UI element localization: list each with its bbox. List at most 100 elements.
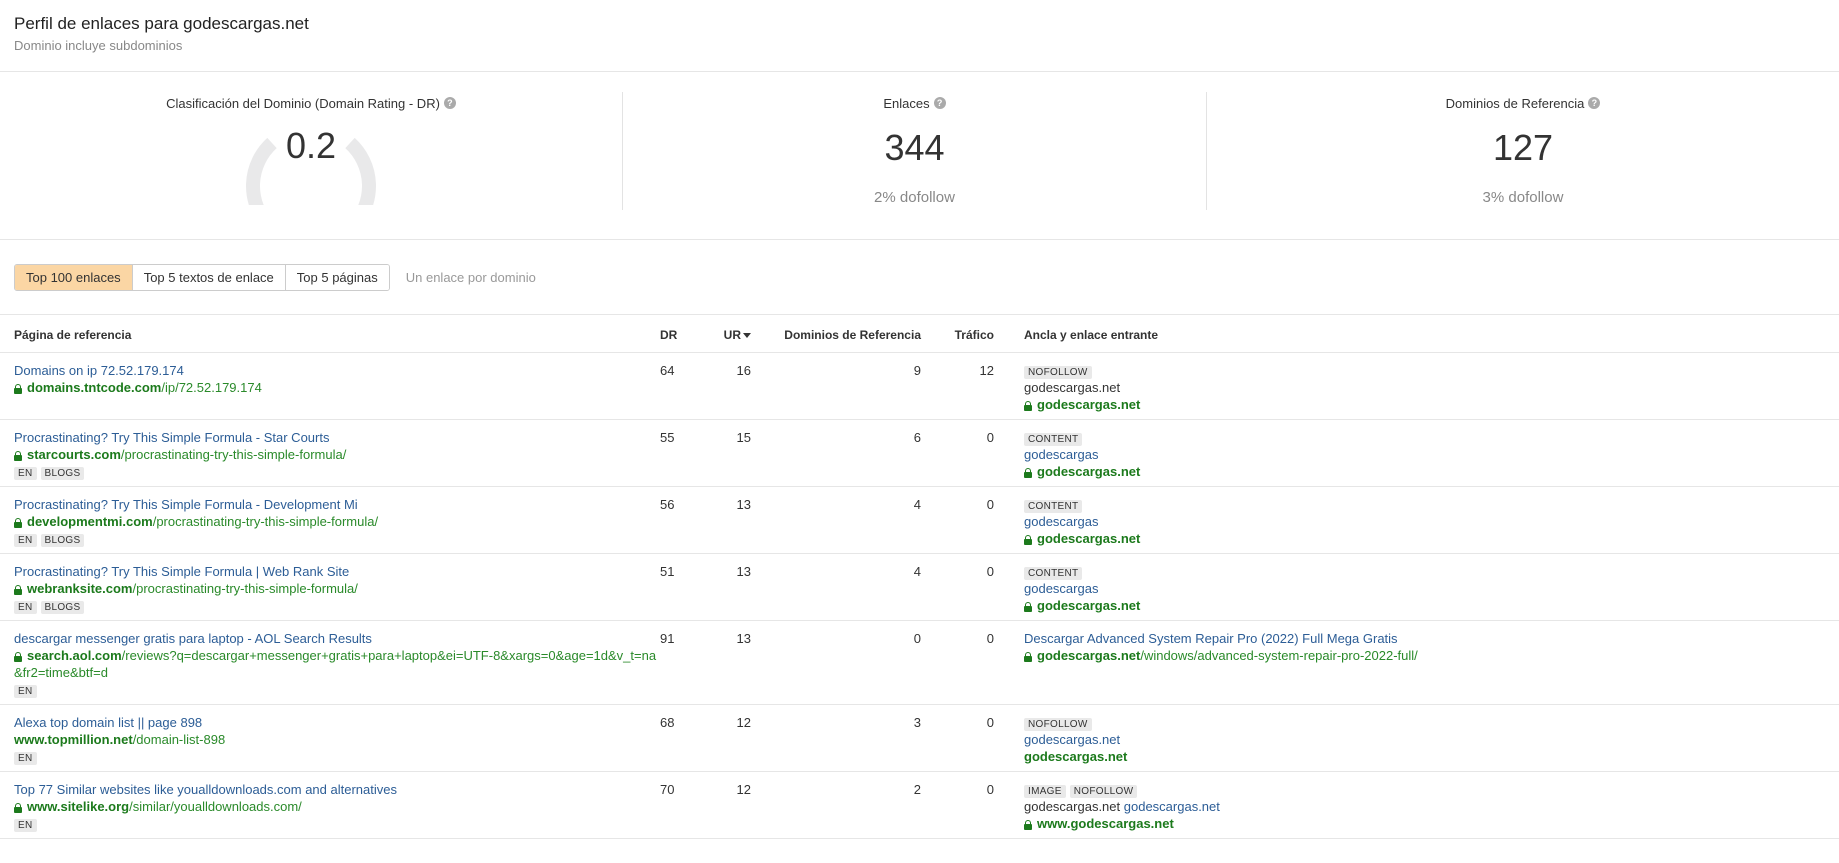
target-domain: godescargas.net (1037, 530, 1141, 546)
help-icon[interactable]: ? (933, 97, 946, 109)
referring-page-title[interactable]: descargar messenger gratis para laptop -… (14, 631, 660, 647)
referring-path: /similar/youalldownloads.com/ (129, 798, 302, 814)
target-url[interactable]: godescargas.net (1024, 530, 1839, 547)
referring-domains-cell[interactable]: 2 (751, 771, 921, 839)
referring-page-url[interactable]: www.sitelike.org/similar/youalldownloads… (14, 798, 660, 815)
target-url[interactable]: www.godescargas.net (1024, 815, 1839, 832)
anchor-tag: CONTENT (1024, 499, 1083, 513)
anchor-tag: CONTENT (1024, 566, 1083, 580)
target-url[interactable]: godescargas.net (1024, 597, 1839, 614)
referring-page-url[interactable]: search.aol.com/reviews?q=descargar+messe… (14, 647, 660, 681)
target-url[interactable]: godescargas.net (1024, 748, 1839, 765)
target-domain: godescargas.net (1037, 396, 1141, 412)
page-tags: EN BLOGS (14, 464, 660, 480)
referring-page-title[interactable]: Domains on ip 72.52.179.174 (14, 363, 660, 379)
lock-icon (1024, 467, 1032, 478)
traffic-cell: 0 (921, 486, 994, 554)
target-domain: www.godescargas.net (1037, 815, 1174, 831)
col-referring-domains[interactable]: Dominios de Referencia (751, 315, 921, 353)
referring-page-url[interactable]: webranksite.com/procrastinating-try-this… (14, 580, 660, 597)
lock-icon (1024, 601, 1032, 612)
target-url[interactable]: godescargas.net (1024, 396, 1839, 413)
referring-domains-cell[interactable]: 9 (751, 352, 921, 420)
tab-top-5-anchors[interactable]: Top 5 textos de enlace (132, 264, 286, 290)
page-tag: BLOGS (40, 466, 85, 480)
links-value[interactable]: 344 (623, 127, 1206, 169)
referring-page-title[interactable]: Procrastinating? Try This Simple Formula… (14, 564, 660, 580)
referring-page-title[interactable]: Top 77 Similar websites like youalldownl… (14, 782, 660, 798)
anchor-text: godescargas.net (1024, 379, 1121, 395)
anchor-text[interactable]: godescargas (1024, 581, 1839, 597)
anchor-text[interactable]: godescargas (1024, 447, 1839, 463)
table-row: Domains on ip 72.52.179.174 domains.tntco… (0, 352, 1839, 420)
anchor-tag: NOFOLLOW (1069, 784, 1138, 798)
page-tag: EN (14, 818, 37, 832)
referring-page-url[interactable]: starcourts.com/procrastinating-try-this-… (14, 446, 660, 463)
anchor-cell: NOFOLLOW godescargas.net godescargas.net (994, 704, 1839, 772)
anchor-text[interactable]: Descargar Advanced System Repair Pro (20… (1024, 631, 1839, 647)
anchor-text[interactable]: godescargas (1024, 514, 1839, 530)
referring-domains-cell[interactable]: 4 (751, 553, 921, 621)
tab-top-5-pages[interactable]: Top 5 páginas (285, 264, 389, 290)
target-url[interactable]: godescargas.net (1024, 463, 1839, 480)
table-row: Alexa top domain list || page 898 www.top… (0, 704, 1839, 772)
help-icon[interactable]: ? (1588, 97, 1601, 109)
referring-domains-cell[interactable]: 4 (751, 486, 921, 554)
dr-cell: 64 (660, 352, 691, 420)
metrics-panel: Clasificación del Dominio (Domain Rating… (0, 72, 1839, 240)
page-tag: EN (14, 533, 37, 547)
target-domain: godescargas.net (1037, 647, 1141, 663)
dr-cell: 56 (660, 486, 691, 554)
referring-page-cell: Procrastinating? Try This Simple Formula… (0, 553, 660, 621)
col-dr[interactable]: DR (660, 315, 691, 353)
page-tags: EN BLOGS (14, 598, 660, 614)
referring-path: /domain-list-898 (132, 731, 226, 747)
target-domain: godescargas.net (1037, 597, 1141, 613)
referring-page-url[interactable]: domains.tntcode.com/ip/72.52.179.174 (14, 379, 660, 396)
referring-page-title[interactable]: Procrastinating? Try This Simple Formula… (14, 430, 660, 446)
target-domain: godescargas.net (1037, 463, 1141, 479)
dr-value: 0.2 (285, 125, 337, 166)
backlinks-table: Página de referencia DR UR Dominios de R… (0, 315, 1839, 839)
anchor-tags: NOFOLLOW (1024, 715, 1839, 731)
refdomains-value[interactable]: 127 (1207, 127, 1839, 169)
table-header-row: Página de referencia DR UR Dominios de R… (0, 315, 1839, 353)
referring-page-cell: Alexa top domain list || page 898 www.top… (0, 704, 660, 772)
traffic-cell: 0 (921, 704, 994, 772)
anchor-cell: Descargar Advanced System Repair Pro (20… (994, 620, 1839, 705)
traffic-cell: 0 (921, 620, 994, 705)
referring-page-cell: Procrastinating? Try This Simple Formula… (0, 419, 660, 487)
table-row: descargar messenger gratis para laptop -… (0, 620, 1839, 705)
traffic-cell: 0 (921, 553, 994, 621)
table-row: Procrastinating? Try This Simple Formula… (0, 419, 1839, 487)
col-traffic[interactable]: Tráfico (921, 315, 994, 353)
referring-domains-cell[interactable]: 0 (751, 620, 921, 705)
target-url[interactable]: godescargas.net/windows/advanced-system-… (1024, 647, 1839, 664)
refdomains-dofollow: 3% dofollow (1482, 189, 1564, 206)
help-icon[interactable]: ? (443, 97, 456, 109)
dr-cell: 68 (660, 704, 691, 772)
metric-domain-rating: Clasificación del Dominio (Domain Rating… (0, 92, 622, 239)
anchor-cell: NOFOLLOW godescargas.net godescargas.net (994, 352, 1839, 420)
referring-page-cell: Top 77 Similar websites like youalldownl… (0, 771, 660, 839)
referring-page-url[interactable]: developmentmi.com/procrastinating-try-th… (14, 513, 660, 530)
referring-domains-cell[interactable]: 6 (751, 419, 921, 487)
referring-page-title[interactable]: Alexa top domain list || page 898 (14, 715, 660, 731)
lock-icon (14, 651, 22, 662)
referring-page-url[interactable]: www.topmillion.net/domain-list-898 (14, 731, 660, 748)
referring-path: /procrastinating-try-this-simple-formula… (120, 446, 347, 462)
col-anchor[interactable]: Ancla y enlace entrante (994, 315, 1839, 353)
page-header: Perfil de enlaces para godescargas.net D… (0, 0, 1839, 72)
one-link-per-domain-option[interactable]: Un enlace por dominio (406, 270, 536, 285)
tab-top-100-links[interactable]: Top 100 enlaces (15, 264, 133, 290)
referring-domains-cell[interactable]: 3 (751, 704, 921, 772)
ur-cell: 15 (691, 419, 751, 487)
anchor-extra-link[interactable]: godescargas.net (1124, 799, 1220, 814)
col-ur[interactable]: UR (691, 315, 751, 353)
referring-page-title[interactable]: Procrastinating? Try This Simple Formula… (14, 497, 660, 513)
col-referring-page[interactable]: Página de referencia (0, 315, 660, 353)
anchor-text[interactable]: godescargas.net (1024, 732, 1839, 748)
dr-cell: 51 (660, 553, 691, 621)
referring-domain: www.sitelike.org (27, 798, 130, 814)
lock-icon (1024, 651, 1032, 662)
